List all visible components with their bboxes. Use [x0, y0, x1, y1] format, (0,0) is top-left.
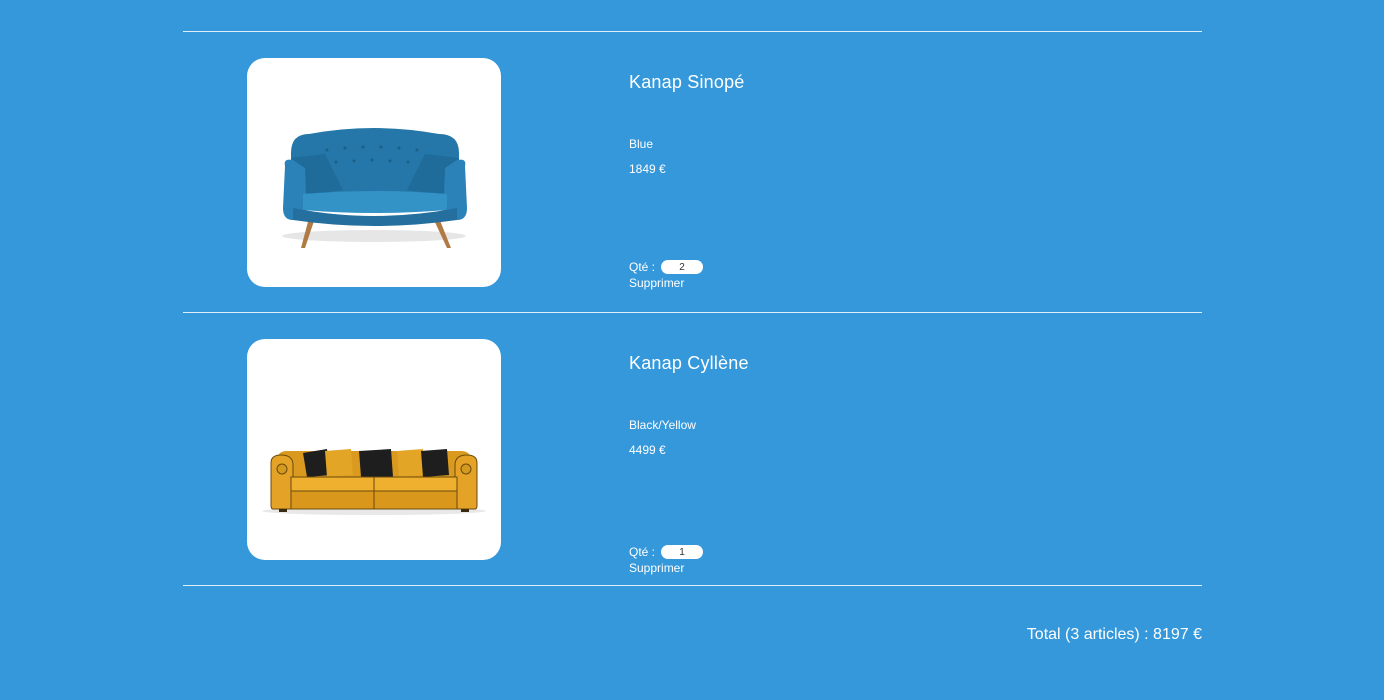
- product-color: Black/Yellow: [629, 418, 696, 432]
- cart-item: Kanap Sinopé Blue 1849 € Qté : Supprimer: [183, 32, 1202, 312]
- blue-sofa-image: [282, 128, 467, 248]
- cart-list: Kanap Sinopé Blue 1849 € Qté : Supprimer: [183, 31, 1202, 586]
- quantity-row: Qté :: [629, 260, 704, 274]
- delete-button[interactable]: Supprimer: [629, 276, 684, 290]
- quantity-label: Qté :: [629, 545, 656, 559]
- cart-item: Kanap Cyllène Black/Yellow 4499 € Qté : …: [183, 313, 1202, 585]
- delete-button[interactable]: Supprimer: [629, 561, 684, 575]
- quantity-input[interactable]: [661, 260, 704, 274]
- quantity-row: Qté :: [629, 545, 704, 559]
- product-price: 1849 €: [629, 162, 666, 176]
- product-image: [247, 58, 501, 287]
- quantity-label: Qté :: [629, 260, 656, 274]
- yellow-sofa-image: [262, 449, 486, 515]
- product-image: [247, 339, 501, 560]
- quantity-input[interactable]: [661, 545, 704, 559]
- product-info: Kanap Cyllène Black/Yellow 4499 € Qté : …: [629, 353, 1129, 625]
- product-color: Blue: [629, 137, 654, 151]
- product-name: Kanap Sinopé: [629, 72, 745, 92]
- product-price: 4499 €: [629, 443, 666, 457]
- cart-total: Total (3 articles) : 8197 €: [1026, 626, 1202, 643]
- product-name: Kanap Cyllène: [629, 353, 749, 373]
- product-info: Kanap Sinopé Blue 1849 € Qté : Supprimer: [629, 72, 1129, 352]
